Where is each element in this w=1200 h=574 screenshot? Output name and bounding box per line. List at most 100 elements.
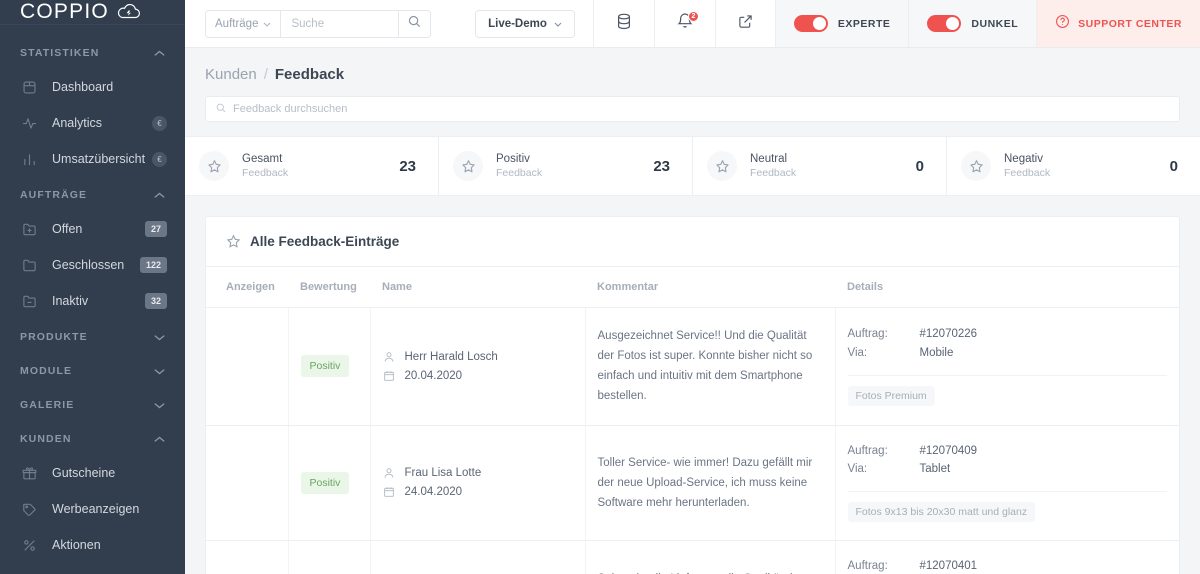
details-grid: Auftrag: Via: #12070226 Mobile (848, 327, 1168, 365)
sidebar-item-premium-badge: € (152, 151, 167, 167)
sidebar-item-feedback[interactable]: Feedback (0, 563, 185, 574)
sidebar-item-label: Umsatzübersicht (52, 152, 146, 166)
auftrag-value[interactable]: #12070401 (920, 559, 978, 574)
sidebar-nav: STATISTIKEN Dashboard Analytics € Umsatzüber… (0, 25, 185, 574)
table-row[interactable]: PositivFirma Werbeagenur XYZ10.05.2020 Se… (206, 540, 1179, 574)
table-row[interactable]: Positiv Herr Harald Losch 20.04.2020 Ausgez… (206, 307, 1179, 426)
stat-subtitle: Feedback (496, 167, 543, 179)
sidebar-section-module[interactable]: MODULE (0, 353, 185, 387)
table-head: Anzeigen Bewertung Name Kommentar Detail… (206, 267, 1179, 308)
brand-name-strong: COPP (20, 0, 85, 23)
external-link-button[interactable] (714, 0, 775, 47)
brand-logo[interactable]: COPPIO (0, 0, 185, 25)
customer-name-line: Frau Lisa Lotte (383, 467, 573, 479)
stat-value: 0 (915, 157, 924, 175)
table-body: Positiv Herr Harald Losch 20.04.2020 Ausgez… (206, 307, 1179, 574)
topbar-right: Live-Demo 2 EXPERTE DUNKEL SUPPORT CENTE… (475, 0, 1200, 47)
search-scope-select[interactable]: Aufträge (206, 10, 282, 37)
sidebar-item-label: Gutscheine (52, 466, 116, 480)
sidebar-item-count: 32 (144, 293, 167, 309)
breadcrumb-parent[interactable]: Kunden (205, 66, 257, 83)
table-row[interactable]: Positiv Frau Lisa Lotte 24.04.2020 Toller S… (206, 425, 1179, 542)
page-title: Feedback (274, 66, 345, 83)
expert-switch[interactable] (793, 15, 828, 32)
sidebar-item-analytics[interactable]: Analytics € (0, 105, 185, 141)
cloud-icon (116, 4, 142, 20)
dark-mode-toggle[interactable]: DUNKEL (908, 0, 1037, 47)
cell-details: Auftrag: Via: #12070226 Mobile Fotos Premium (835, 307, 1179, 426)
auftrag-value[interactable]: #12070226 (920, 327, 978, 342)
details-divider (847, 374, 1167, 376)
brand-name-light: IO (84, 0, 109, 23)
brand-name: COPPIO (20, 0, 109, 24)
sidebar-section-label: AUFTRÄGE (20, 189, 88, 201)
cell-anzeigen (206, 307, 289, 426)
sidebar-item-aktionen[interactable]: Aktionen (0, 527, 185, 563)
live-demo-select[interactable]: Live-Demo (475, 9, 575, 38)
search-button[interactable] (398, 10, 431, 37)
product-tag: Fotos 9x13 bis 20x30 matt und glanz (847, 502, 1036, 523)
chevron-down-icon[interactable] (154, 334, 165, 341)
col-header-anzeigen: Anzeigen (206, 267, 288, 308)
sidebar-item-offen[interactable]: Offen 27 (0, 211, 185, 247)
chevron-up-icon[interactable] (154, 192, 165, 199)
stat-text: Gesamt Feedback (242, 153, 399, 179)
search-icon (408, 15, 421, 33)
stat-card-positiv[interactable]: Positiv Feedback 23 (439, 137, 693, 195)
database-button[interactable] (592, 0, 654, 47)
stat-text: Negativ Feedback (1004, 153, 1170, 179)
feedback-card: Alle Feedback-Einträge Anzeigen Bewertun… (205, 216, 1180, 574)
stat-card-gesamt[interactable]: Gesamt Feedback 23 (185, 137, 439, 195)
sidebar-section-label: STATISTIKEN (20, 47, 100, 59)
notifications-button[interactable]: 2 (653, 0, 715, 47)
sidebar-item-gutscheine[interactable]: Gutscheine (0, 455, 185, 491)
product-tag: Fotos Premium (847, 385, 935, 406)
stat-card-neutral[interactable]: Neutral Feedback 0 (693, 137, 947, 195)
auftrag-value[interactable]: #12070409 (920, 444, 978, 459)
star-icon (707, 151, 737, 181)
dark-switch[interactable] (927, 15, 962, 32)
live-demo-cell: Live-Demo (475, 0, 593, 47)
cell-kommentar: Ausgezeichnet Service!! Und die Qualität… (585, 307, 836, 426)
stat-card-negativ[interactable]: Negativ Feedback 0 (947, 137, 1200, 195)
content-scroll[interactable]: Kunden / Feedback Feedback durchsuchen G… (185, 48, 1200, 574)
search-scope-label: Aufträge (215, 17, 259, 30)
feedback-search-field[interactable]: Feedback durchsuchen (205, 96, 1180, 122)
via-label: Via: (847, 463, 868, 476)
help-circle-icon (1055, 14, 1070, 34)
sidebar-item-geschlossen[interactable]: Geschlossen 122 (0, 247, 185, 283)
cell-anzeigen (206, 540, 289, 574)
expert-mode-toggle[interactable]: EXPERTE (774, 0, 909, 47)
search-input[interactable] (281, 10, 399, 37)
col-header-name: Name (370, 267, 585, 308)
details-labels: Auftrag: Via: (848, 327, 920, 365)
chevron-up-icon[interactable] (154, 436, 165, 443)
topbar: Aufträge Suche Live-Demo 2 EXPERTE DUNKE… (185, 0, 1200, 48)
expert-mode-label: EXPERTE (837, 17, 891, 30)
sidebar: COPPIO STATISTIKEN Dashboard Analytics € Ums… (0, 0, 185, 574)
stat-subtitle: Feedback (1004, 167, 1051, 179)
sidebar-section-aufträge[interactable]: AUFTRÄGE (0, 177, 185, 211)
feedback-date: 20.04.2020 (404, 369, 463, 382)
percent-icon (20, 536, 38, 554)
sidebar-item-umsatz-bersicht[interactable]: Umsatzübersicht € (0, 141, 185, 177)
sidebar-item-count: 27 (144, 221, 167, 237)
sidebar-section-statistiken[interactable]: STATISTIKEN (0, 35, 185, 69)
sidebar-item-werbeanzeigen[interactable]: Werbeanzeigen (0, 491, 185, 527)
chevron-up-icon[interactable] (154, 50, 165, 57)
chevron-down-icon[interactable] (154, 368, 165, 375)
external-link-icon (738, 14, 753, 34)
stat-subtitle: Feedback (750, 167, 797, 179)
customer-name-line: Herr Harald Losch (383, 351, 573, 363)
sidebar-item-label: Analytics (52, 116, 103, 130)
cell-name: Herr Harald Losch 20.04.2020 (370, 307, 586, 426)
sidebar-item-inaktiv[interactable]: Inaktiv 32 (0, 283, 185, 319)
sidebar-section-galerie[interactable]: GALERIE (0, 387, 185, 421)
support-center-button[interactable]: SUPPORT CENTER (1036, 0, 1200, 47)
chevron-down-icon[interactable] (154, 402, 165, 409)
support-center-label: SUPPORT CENTER (1078, 17, 1182, 30)
sidebar-section-produkte[interactable]: PRODUKTE (0, 319, 185, 353)
sidebar-item-dashboard[interactable]: Dashboard (0, 69, 185, 105)
sidebar-section-kunden[interactable]: KUNDEN (0, 421, 185, 455)
folder-minus-icon (20, 292, 38, 310)
